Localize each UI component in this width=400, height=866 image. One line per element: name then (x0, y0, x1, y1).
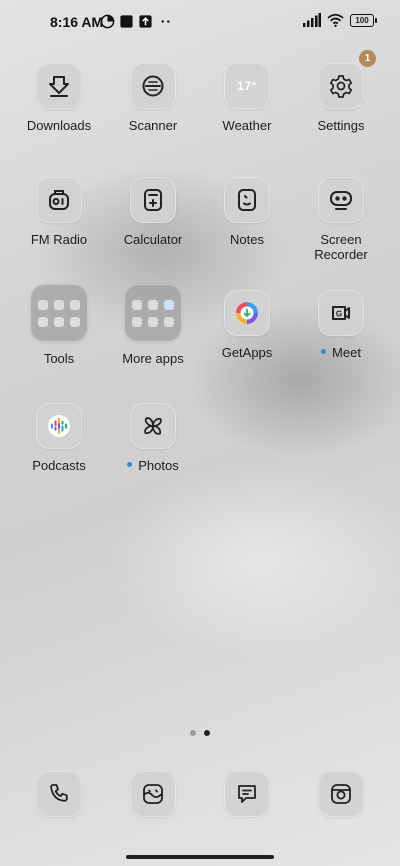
app-meet[interactable]: G Meet (294, 290, 388, 360)
screen-recorder-icon (330, 191, 352, 210)
app-label: Notes (230, 232, 264, 247)
app-label: Settings (317, 118, 365, 133)
app-downloads[interactable]: Downloads (12, 63, 106, 133)
app-label: FM Radio (30, 232, 88, 247)
folder-icon (124, 284, 182, 342)
download-icon (49, 76, 69, 97)
getapps-icon (236, 302, 258, 324)
weather-icon: 17° (237, 79, 257, 93)
scanner-icon (142, 75, 164, 97)
folder-tools[interactable]: Tools (12, 284, 106, 366)
app-notes[interactable]: Notes (200, 177, 294, 247)
meet-icon: G (332, 306, 350, 320)
new-app-dot (127, 462, 133, 468)
app-label: Screen Recorder (314, 232, 368, 262)
status-bar: 8:16 AM 100 (0, 0, 400, 44)
dock-camera[interactable] (318, 771, 364, 817)
notes-icon (238, 189, 256, 211)
app-label: Scanner (128, 118, 178, 133)
square-notification-icon (120, 15, 133, 28)
app-calculator[interactable]: Calculator (106, 177, 200, 247)
notification-badge: 1 (359, 50, 376, 67)
wifi-icon (327, 13, 344, 27)
new-app-dot (321, 349, 327, 355)
upload-notification-icon (139, 15, 152, 28)
folder-icon (30, 284, 88, 342)
app-weather[interactable]: 17° Weather (200, 63, 294, 133)
app-getapps[interactable]: GetApps (200, 290, 294, 360)
app-label: Meet (294, 345, 388, 360)
folder-more-apps[interactable]: More apps (106, 284, 200, 366)
data-saver-icon (100, 14, 115, 29)
app-podcasts[interactable]: Podcasts (12, 403, 106, 473)
app-label: Weather (222, 118, 272, 133)
app-label: Tools (43, 351, 75, 366)
dock-phone[interactable] (36, 771, 82, 817)
signal-icon (303, 13, 321, 27)
gear-icon (329, 75, 353, 98)
message-icon (238, 785, 256, 803)
app-label: Photos (106, 458, 200, 473)
radio-icon (49, 190, 69, 210)
app-label: GetApps (221, 345, 273, 360)
dock-messages[interactable] (224, 771, 270, 817)
app-label: Podcasts (32, 458, 86, 473)
page-dot-2[interactable] (204, 730, 210, 736)
dock-gallery[interactable] (130, 771, 176, 817)
app-settings[interactable]: 1 Settings (294, 50, 388, 133)
app-photos[interactable]: Photos (106, 403, 200, 473)
app-label: More apps (122, 351, 184, 366)
app-screen-recorder[interactable]: Screen Recorder (294, 177, 388, 262)
app-fm-radio[interactable]: FM Radio (12, 177, 106, 247)
more-dots-icon (161, 20, 170, 23)
svg-text:G: G (336, 310, 342, 319)
page-dot-1[interactable] (190, 730, 196, 736)
app-label: Downloads (26, 118, 92, 133)
calculator-icon (144, 189, 162, 211)
gallery-icon (143, 784, 163, 804)
pinwheel-icon (144, 417, 162, 435)
app-scanner[interactable]: Scanner (106, 63, 200, 133)
phone-icon (50, 784, 68, 802)
clock: 8:16 AM (50, 14, 104, 30)
podcasts-icon (48, 415, 70, 437)
page-indicator (0, 730, 400, 736)
camera-icon (331, 784, 351, 804)
battery-indicator: 100 (350, 13, 377, 27)
app-label: Calculator (123, 232, 183, 247)
home-gesture-bar[interactable] (126, 855, 274, 859)
